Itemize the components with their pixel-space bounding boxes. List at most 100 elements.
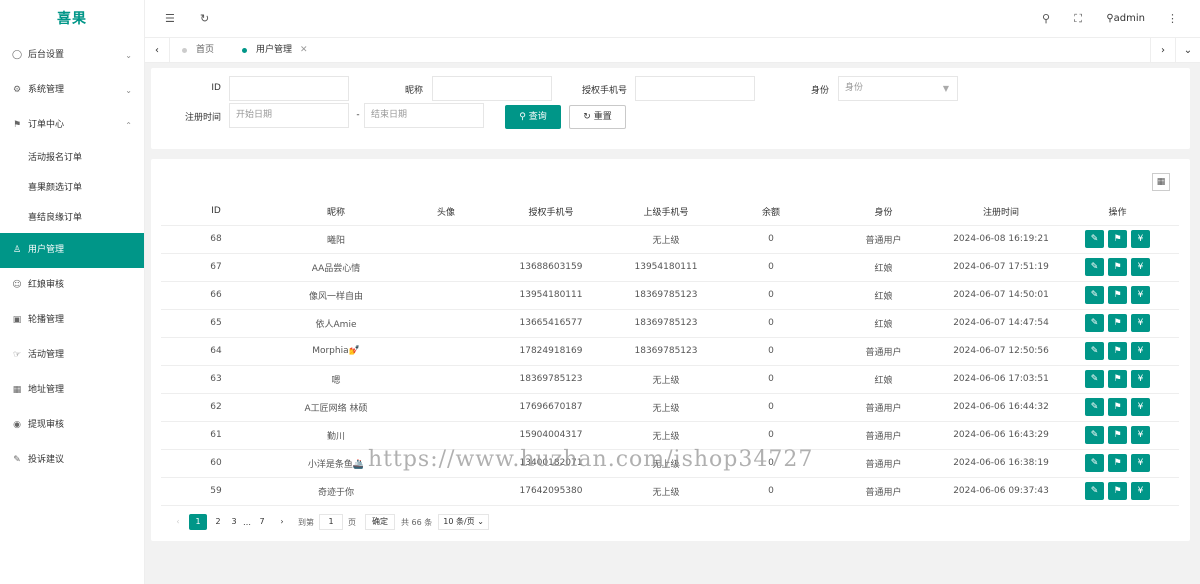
- flag-button[interactable]: ⚑: [1108, 342, 1127, 360]
- column-header[interactable]: 上级手机号: [611, 198, 721, 226]
- submenu-item-selection-orders[interactable]: 喜果颜选订单: [0, 173, 144, 203]
- page-size-select[interactable]: 10 条/页 ⌄: [438, 514, 489, 530]
- page-button[interactable]: 3: [229, 514, 239, 530]
- fullscreen-icon[interactable]: ⛶: [1074, 0, 1082, 38]
- money-button[interactable]: ¥: [1131, 314, 1150, 332]
- top-header: ☰ ↻ ⚲ ⛶ ⚲admin ⋮: [145, 0, 1200, 38]
- user-menu[interactable]: ⚲admin: [1106, 0, 1145, 38]
- flag-button[interactable]: ⚑: [1108, 482, 1127, 500]
- gear-icon: ⚙: [12, 85, 22, 95]
- edit-button[interactable]: ✎: [1085, 342, 1104, 360]
- phone-input[interactable]: [635, 76, 755, 101]
- cell-phone: 17642095380: [491, 477, 611, 506]
- column-header[interactable]: 注册时间: [946, 198, 1056, 226]
- cell-phone: 13954180111: [491, 281, 611, 310]
- column-header[interactable]: ID: [161, 198, 271, 226]
- table-row: 63 嗯 18369785123 无上级 0 红娘 2024-06-06 17:03:51 ✎…: [161, 365, 1179, 394]
- column-header[interactable]: 昵称: [271, 198, 401, 226]
- cell-avatar: [401, 253, 491, 282]
- column-header: 操作: [1056, 198, 1179, 226]
- cell-avatar: [401, 225, 491, 254]
- tabs-dropdown-icon[interactable]: ⌄: [1175, 38, 1200, 63]
- goto-page-input[interactable]: 1: [319, 514, 343, 530]
- money-button[interactable]: ¥: [1131, 426, 1150, 444]
- flag-button[interactable]: ⚑: [1108, 286, 1127, 304]
- query-button[interactable]: ⚲ 查询: [505, 105, 561, 129]
- page-button[interactable]: 1: [189, 514, 207, 530]
- tab-user-management[interactable]: 用户管理 ✕: [230, 38, 320, 63]
- reset-button[interactable]: ↻ 重置: [569, 105, 626, 129]
- row-actions: ✎ ⚑ ¥: [1056, 482, 1179, 500]
- page-button[interactable]: 7: [253, 514, 271, 530]
- search-icon[interactable]: ⚲: [1042, 0, 1050, 38]
- money-button[interactable]: ¥: [1131, 398, 1150, 416]
- money-button[interactable]: ¥: [1131, 230, 1150, 248]
- cell-id: 63: [161, 365, 271, 394]
- more-vertical-icon[interactable]: ⋮: [1167, 0, 1178, 38]
- end-date-input[interactable]: 结束日期: [364, 103, 484, 128]
- refresh-icon[interactable]: ↻: [200, 0, 209, 38]
- pagination: ‹ 1 2 3 … 7 › 到第 1 页 确定 共 66 条 10 条/页 ⌄: [169, 514, 489, 530]
- prev-page-icon[interactable]: ‹: [169, 514, 187, 530]
- money-button[interactable]: ¥: [1131, 370, 1150, 388]
- column-header[interactable]: 余额: [721, 198, 821, 226]
- flag-button[interactable]: ⚑: [1108, 454, 1127, 472]
- money-button[interactable]: ¥: [1131, 482, 1150, 500]
- column-header[interactable]: 授权手机号: [491, 198, 611, 226]
- tabs-next-icon[interactable]: ›: [1150, 38, 1175, 63]
- sidebar-item-system[interactable]: ⚙ 系统管理 ⌄: [0, 73, 144, 108]
- column-header[interactable]: 身份: [821, 198, 946, 226]
- money-button[interactable]: ¥: [1131, 286, 1150, 304]
- flag-button[interactable]: ⚑: [1108, 258, 1127, 276]
- money-button[interactable]: ¥: [1131, 454, 1150, 472]
- edit-button[interactable]: ✎: [1085, 454, 1104, 472]
- flag-button[interactable]: ⚑: [1108, 230, 1127, 248]
- start-date-input[interactable]: 开始日期: [229, 103, 349, 128]
- money-button[interactable]: ¥: [1131, 342, 1150, 360]
- money-button[interactable]: ¥: [1131, 258, 1150, 276]
- edit-button[interactable]: ✎: [1085, 426, 1104, 444]
- sidebar-item-matchmaker-review[interactable]: ☺ 红娘审核: [0, 268, 144, 303]
- role-select[interactable]: 身份 ▼: [838, 76, 958, 101]
- page-button[interactable]: 2: [209, 514, 227, 530]
- sidebar-item-complaints[interactable]: ✎ 投诉建议: [0, 443, 144, 478]
- edit-button[interactable]: ✎: [1085, 286, 1104, 304]
- menu-toggle-icon[interactable]: ☰: [165, 0, 175, 38]
- cell-balance: 0: [721, 393, 821, 422]
- next-page-icon[interactable]: ›: [273, 514, 291, 530]
- chevron-down-icon: ⌄: [125, 51, 132, 60]
- row-actions: ✎ ⚑ ¥: [1056, 342, 1179, 360]
- flag-button[interactable]: ⚑: [1108, 370, 1127, 388]
- edit-button[interactable]: ✎: [1085, 370, 1104, 388]
- submenu-item-activity-orders[interactable]: 活动报名订单: [0, 143, 144, 173]
- edit-button[interactable]: ✎: [1085, 314, 1104, 332]
- tab-home[interactable]: 首页: [170, 38, 230, 63]
- cell-actions: ✎ ⚑ ¥: [1056, 449, 1179, 478]
- edit-button[interactable]: ✎: [1085, 482, 1104, 500]
- tabs-prev-icon[interactable]: ‹: [145, 38, 170, 63]
- flag-button[interactable]: ⚑: [1108, 426, 1127, 444]
- submenu-item-marriage-orders[interactable]: 喜结良缘订单: [0, 203, 144, 233]
- columns-toggle-icon[interactable]: ▦: [1152, 173, 1170, 191]
- id-input[interactable]: [229, 76, 349, 101]
- sidebar-item-withdraw-review[interactable]: ◉ 提现审核: [0, 408, 144, 443]
- goto-confirm-button[interactable]: 确定: [365, 514, 395, 530]
- column-header[interactable]: 头像: [401, 198, 491, 226]
- edit-button[interactable]: ✎: [1085, 258, 1104, 276]
- sidebar-item-carousel[interactable]: ▣ 轮播管理: [0, 303, 144, 338]
- cell-balance: 0: [721, 477, 821, 506]
- flag-button[interactable]: ⚑: [1108, 314, 1127, 332]
- cell-avatar: [401, 337, 491, 366]
- sidebar-item-orders[interactable]: ⚑ 订单中心 ⌃: [0, 108, 144, 143]
- nickname-input[interactable]: [432, 76, 552, 101]
- edit-button[interactable]: ✎: [1085, 398, 1104, 416]
- sidebar-item-users[interactable]: ♙ 用户管理: [0, 233, 144, 268]
- close-icon[interactable]: ✕: [300, 45, 308, 55]
- sidebar-item-address[interactable]: ▦ 地址管理: [0, 373, 144, 408]
- edit-button[interactable]: ✎: [1085, 230, 1104, 248]
- cell-phone: 13400182071: [491, 449, 611, 478]
- sidebar-item-backend-settings[interactable]: ◯ 后台设置 ⌄: [0, 38, 144, 73]
- cell-id: 66: [161, 281, 271, 310]
- sidebar-item-activities[interactable]: ☞ 活动管理: [0, 338, 144, 373]
- flag-button[interactable]: ⚑: [1108, 398, 1127, 416]
